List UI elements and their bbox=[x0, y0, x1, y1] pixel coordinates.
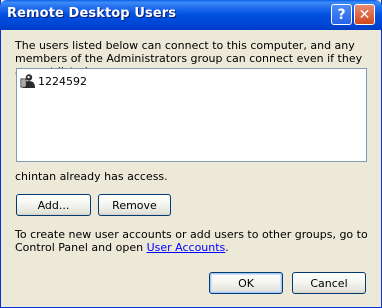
remove-button[interactable]: Remove bbox=[98, 194, 171, 216]
title-bar[interactable]: Remote Desktop Users ? ✕ bbox=[0, 0, 382, 30]
close-button[interactable]: ✕ bbox=[354, 4, 375, 25]
dialog-body: The users listed below can connect to th… bbox=[5, 30, 378, 304]
list-item[interactable]: 1224592 bbox=[20, 73, 87, 89]
ok-button[interactable]: OK bbox=[209, 272, 283, 294]
user-icon bbox=[20, 74, 35, 88]
user-name: 1224592 bbox=[38, 74, 87, 88]
footer-text: To create new user accounts or add users… bbox=[15, 228, 370, 254]
close-icon: ✕ bbox=[358, 6, 371, 23]
add-button[interactable]: Add... bbox=[16, 194, 91, 216]
footer-text-suffix: . bbox=[225, 241, 229, 254]
access-status-text: chintan already has access. bbox=[15, 170, 168, 183]
remote-desktop-users-dialog: Remote Desktop Users ? ✕ The users liste… bbox=[0, 0, 382, 308]
help-icon: ? bbox=[337, 6, 346, 23]
users-listbox[interactable]: 1224592 bbox=[16, 68, 367, 162]
help-button[interactable]: ? bbox=[331, 4, 352, 25]
cancel-button[interactable]: Cancel bbox=[292, 272, 366, 294]
user-accounts-link[interactable]: User Accounts bbox=[147, 241, 226, 254]
window-title: Remote Desktop Users bbox=[7, 6, 177, 21]
